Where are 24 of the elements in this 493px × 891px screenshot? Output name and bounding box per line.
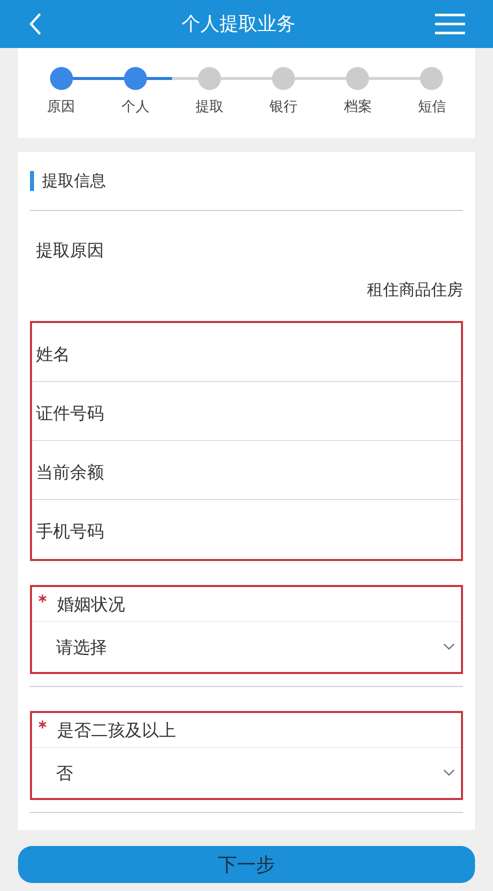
reason-label: 提取原因 bbox=[36, 240, 105, 262]
step-label: 短信 bbox=[418, 98, 446, 116]
page-title: 个人提取业务 bbox=[182, 12, 296, 37]
step-label: 提取 bbox=[195, 98, 224, 116]
step-label: 档案 bbox=[344, 98, 372, 116]
menu-icon[interactable] bbox=[435, 13, 465, 35]
input-field[interactable]: 手机号码 bbox=[32, 500, 461, 559]
section-title: 提取信息 bbox=[42, 170, 106, 192]
input-field[interactable]: 姓名 bbox=[32, 323, 461, 382]
dropdown-field[interactable]: 否 bbox=[32, 748, 461, 798]
step-label: 个人 bbox=[121, 98, 150, 116]
reason-value: 租住商品住房 bbox=[367, 280, 463, 301]
next-button[interactable]: 下一步 bbox=[18, 846, 475, 883]
step-label: 原因 bbox=[47, 98, 76, 116]
back-icon[interactable] bbox=[28, 12, 42, 36]
chevron-down-icon bbox=[443, 769, 455, 777]
select-label: 是否二孩及以上 bbox=[57, 720, 176, 742]
chevron-down-icon bbox=[443, 643, 455, 651]
input-field[interactable]: 证件号码 bbox=[32, 382, 461, 441]
dropdown-field[interactable]: 请选择 bbox=[32, 622, 461, 672]
section-marker bbox=[30, 171, 34, 191]
step-label: 银行 bbox=[270, 98, 298, 116]
select-label: 婚姻状况 bbox=[57, 594, 125, 616]
input-field[interactable]: 当前余额 bbox=[32, 441, 461, 500]
